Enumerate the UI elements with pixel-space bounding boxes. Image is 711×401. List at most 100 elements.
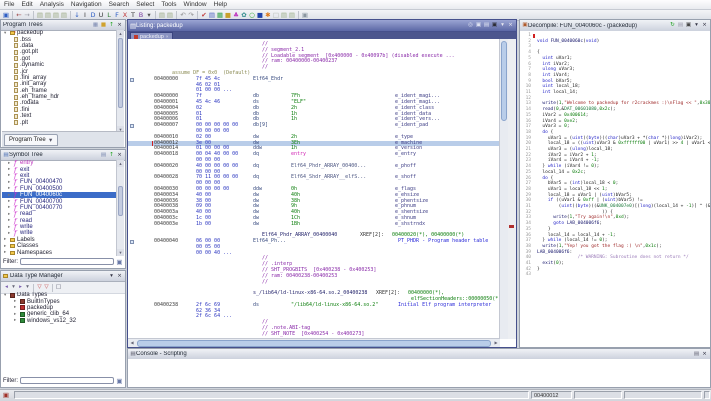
tree-item-plt[interactable]: .plt xyxy=(2,119,117,126)
copy-icon[interactable]: ▤ xyxy=(677,22,684,29)
close-icon[interactable]: × xyxy=(116,22,123,29)
listing-overview-margin[interactable] xyxy=(508,39,516,339)
back-icon[interactable]: ◂ xyxy=(3,284,10,291)
back-dropdown-icon[interactable]: ▾ xyxy=(10,284,17,291)
decompile-line-2[interactable]: void FUN_0040060c(void) xyxy=(537,39,599,45)
menu-select[interactable]: Select xyxy=(136,1,154,8)
memory-icon[interactable]: ▣ xyxy=(301,11,309,19)
decompile-line-41[interactable]: exit(0); xyxy=(537,261,564,267)
decompile-line-42[interactable]: } xyxy=(537,267,540,273)
tool-status-icon[interactable]: ▣ xyxy=(2,391,10,399)
close-icon[interactable]: × xyxy=(701,22,708,29)
marker-data-icon[interactable]: D xyxy=(89,11,97,19)
marker-bookmark-icon[interactable]: B xyxy=(137,11,145,19)
snapshot-icon[interactable]: ▣ xyxy=(491,22,498,29)
checkin-icon[interactable]: ▤ xyxy=(288,11,296,19)
filter-off-icon[interactable]: ▽ xyxy=(36,284,43,291)
marker-text-icon[interactable]: T xyxy=(129,11,137,19)
symbol-folder-namespaces[interactable]: ▸ Namespaces xyxy=(2,249,117,256)
close-icon[interactable]: × xyxy=(701,351,708,358)
listing-title-bar[interactable]: ▤ Listing: packedup ◎ ▣ ▤ ▣ ▾ × xyxy=(128,20,516,32)
marker-nonflow-icon[interactable]: X xyxy=(121,11,129,19)
script-manager-icon[interactable]: ▤ xyxy=(208,11,216,19)
chevron-down-icon[interactable]: ▾ xyxy=(108,273,115,280)
program-tree-tab[interactable]: Program Tree ▾ xyxy=(4,133,58,146)
close-icon[interactable]: × xyxy=(116,152,123,159)
cursor-location-icon[interactable]: ◎ xyxy=(467,22,474,29)
expand-icon[interactable]: ↑ xyxy=(108,22,115,29)
checkout-icon[interactable]: ▤ xyxy=(280,11,288,19)
selection-icon[interactable]: ▤ xyxy=(483,22,490,29)
snapshot-icon[interactable]: ▣ xyxy=(685,22,692,29)
decompile-content[interactable]: 1 2 void FUN_0040060c(void) 3 4{5 uint uVar1… xyxy=(520,31,710,347)
menu-help[interactable]: Help xyxy=(214,1,227,8)
menu-analysis[interactable]: Analysis xyxy=(40,1,64,8)
console-icon[interactable]: ○ xyxy=(248,11,256,19)
collapse-all-icon[interactable]: □ xyxy=(55,284,62,291)
open-project-icon[interactable]: ■ xyxy=(224,11,232,19)
clone-icon[interactable]: ▣ xyxy=(475,22,482,29)
menu-file[interactable]: File xyxy=(4,1,14,8)
collapse-marker-icon[interactable] xyxy=(130,124,134,129)
filter-icon[interactable]: ▦ xyxy=(92,22,99,29)
open-folder-icon[interactable]: ■ xyxy=(100,22,107,29)
graph-icon[interactable]: ♣ xyxy=(232,11,240,19)
filter-on-icon[interactable]: ▽ xyxy=(43,284,50,291)
bytes-viewer-icon[interactable]: ■ xyxy=(256,11,264,19)
status-resize-corner[interactable] xyxy=(704,391,710,399)
program-tree-scrollbar[interactable]: ▲ ▼ xyxy=(116,30,124,133)
clipboard-copy-icon[interactable]: ▤ xyxy=(158,11,166,19)
menu-search[interactable]: Search xyxy=(109,1,130,8)
tree-item-windows_vs12_32[interactable]: ▸ windows_vs12_32 xyxy=(2,318,117,324)
collapse-marker-icon[interactable] xyxy=(130,240,134,245)
menu-edit[interactable]: Edit xyxy=(21,1,32,8)
disabled-tool-icon[interactable]: □ xyxy=(272,11,280,19)
marker-instruction-icon[interactable]: I xyxy=(81,11,89,19)
copy-icon[interactable]: ▤ xyxy=(52,11,60,19)
bookmark-icon[interactable]: ✱ xyxy=(264,11,272,19)
menu-tools[interactable]: Tools xyxy=(161,1,176,8)
menu-window[interactable]: Window xyxy=(184,1,207,8)
redo-icon[interactable]: ↷ xyxy=(187,11,195,19)
scroll-lock-icon[interactable]: ▤ xyxy=(693,351,700,358)
navigate-down-icon[interactable]: ↓ xyxy=(73,11,81,19)
marker-function-icon[interactable]: F xyxy=(113,11,121,19)
chevron-down-icon[interactable]: ▾ xyxy=(693,22,700,29)
collapse-marker-icon[interactable] xyxy=(130,77,134,82)
close-icon[interactable]: × xyxy=(116,273,123,280)
filter-options-icon[interactable]: ▣ xyxy=(116,258,123,266)
goto-icon[interactable]: ▤ xyxy=(100,152,107,159)
nav-forward-icon[interactable]: → xyxy=(23,11,31,19)
paste-icon[interactable]: ▤ xyxy=(36,11,44,19)
menu-navigation[interactable]: Navigation xyxy=(71,1,102,8)
forward-icon[interactable]: ▸ xyxy=(17,284,24,291)
listing-content[interactable]: //// segment_2.1// Loadable segment [0x4… xyxy=(128,39,500,339)
symbol-tree-scrollbar[interactable]: ▲ ▼ xyxy=(116,160,124,256)
copy-special-icon[interactable]: ▤ xyxy=(60,11,68,19)
undo-icon[interactable]: ↶ xyxy=(179,11,187,19)
symbol-tree-filter-input[interactable] xyxy=(20,258,114,265)
chevron-down-icon[interactable]: ▾ xyxy=(499,22,506,29)
nav-back-icon[interactable]: ← xyxy=(15,11,23,19)
auto-analyze-icon[interactable]: ✔ xyxy=(200,11,208,19)
save-icon[interactable]: ▣ xyxy=(2,11,10,19)
marker-label-icon[interactable]: L xyxy=(105,11,113,19)
expand-icon[interactable]: ↑ xyxy=(108,152,115,159)
filter-options-icon[interactable]: ▣ xyxy=(116,377,123,385)
listing-horizontal-scrollbar[interactable]: ◀ ▶ xyxy=(128,338,500,347)
plant-icon[interactable]: ✿ xyxy=(240,11,248,19)
close-icon[interactable]: × xyxy=(507,22,514,29)
data-type-filter-input[interactable] xyxy=(20,377,114,384)
memory-map-icon[interactable]: ▦ xyxy=(216,11,224,19)
data-type-manager-header[interactable]: Data Type Manager ▾ × xyxy=(1,271,125,282)
decompile-line-11[interactable]: int local_14; xyxy=(537,90,577,96)
forward-dropdown-icon[interactable]: ▾ xyxy=(24,284,31,291)
refresh-icon[interactable]: ↻ xyxy=(669,22,676,29)
console-output[interactable] xyxy=(128,359,710,387)
listing-vertical-scrollbar[interactable] xyxy=(499,39,508,339)
listing-row[interactable]: // SHT_NOTE [0x400254 - 0x400273] xyxy=(128,331,500,338)
clipboard-paste-icon[interactable]: ▤ xyxy=(166,11,174,19)
marker-undefined-icon[interactable]: U xyxy=(97,11,105,19)
marker-dropdown-icon[interactable]: ▾ xyxy=(145,11,153,19)
paste-special-icon[interactable]: ▤ xyxy=(44,11,52,19)
